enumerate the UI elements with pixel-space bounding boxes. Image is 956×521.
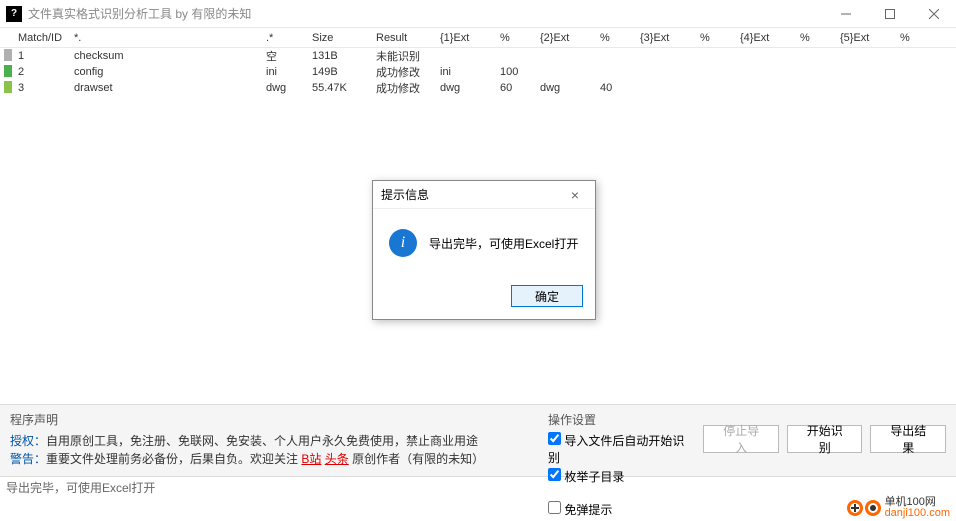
minimize-button[interactable] [824, 0, 868, 28]
col-pct3[interactable]: % [700, 32, 740, 44]
col-pct1[interactable]: % [500, 32, 540, 44]
ops-title: 操作设置 [548, 411, 695, 428]
status-text: 导出完毕，可使用Excel打开 [6, 479, 155, 496]
table-row[interactable]: 2configini149B成功修改ini100 [0, 64, 956, 80]
cell-id: 1 [14, 50, 70, 62]
table-row[interactable]: 3drawsetdwg55.47K成功修改dwg60dwg40 [0, 80, 956, 96]
bottom-panel: 程序声明 授权：自用原创工具，免注册、免联网、免安装、个人用户永久免费使用，禁止… [0, 404, 956, 476]
col-ext4[interactable]: {4}Ext [740, 32, 800, 44]
col-ext2[interactable]: {2}Ext [540, 32, 600, 44]
col-ext[interactable]: .* [266, 32, 312, 44]
notice-panel: 程序声明 授权：自用原创工具，免注册、免联网、免安装、个人用户永久免费使用，禁止… [10, 411, 536, 470]
link-toutiao[interactable]: 头条 [325, 452, 349, 466]
col-result[interactable]: Result [376, 32, 440, 44]
col-name[interactable]: *. [70, 32, 266, 44]
info-dialog: 提示信息 × i 导出完毕，可使用Excel打开 确定 [372, 180, 596, 320]
close-button[interactable] [912, 0, 956, 28]
cell-result: 成功修改 [376, 64, 440, 80]
statusbar: 导出完毕，可使用Excel打开 [0, 476, 956, 498]
col-ext5[interactable]: {5}Ext [840, 32, 900, 44]
link-bilibili[interactable]: B站 [301, 452, 321, 466]
cell-ext: ini [266, 66, 312, 78]
grid-header: Match/ID *. .* Size Result {1}Ext % {2}E… [0, 28, 956, 48]
notice-auth-text: 自用原创工具，免注册、免联网、免安装、个人用户永久免费使用，禁止商业用途 [46, 434, 478, 448]
cell-name: drawset [70, 82, 266, 94]
notice-title: 程序声明 [10, 411, 536, 428]
match-indicator [4, 81, 12, 93]
notice-author: 原创作者（有限的未知） [349, 452, 484, 466]
cell-ext2: dwg [540, 82, 600, 94]
cell-id: 2 [14, 66, 70, 78]
titlebar: ? 文件真实格式识别分析工具 by 有限的未知 [0, 0, 956, 28]
cell-size: 131B [312, 50, 376, 62]
col-pct5[interactable]: % [900, 32, 940, 44]
watermark-url: danji100.com [885, 508, 950, 519]
start-recognize-button[interactable]: 开始识别 [787, 425, 863, 453]
match-indicator [4, 49, 12, 61]
cell-size: 55.47K [312, 82, 376, 94]
maximize-button[interactable] [868, 0, 912, 28]
dialog-title: 提示信息 [381, 186, 563, 203]
notice-follow: 欢迎关注 [250, 452, 301, 466]
notice-warn-label: 警告： [10, 452, 46, 466]
col-ext3[interactable]: {3}Ext [640, 32, 700, 44]
watermark-icon [847, 500, 881, 516]
col-match-id[interactable]: Match/ID [14, 32, 70, 44]
col-pct4[interactable]: % [800, 32, 840, 44]
match-indicator [4, 65, 12, 77]
cell-ext1: dwg [440, 82, 500, 94]
watermark: 单机100网 danji100.com [847, 497, 950, 519]
dialog-close-button[interactable]: × [563, 187, 587, 203]
chk-no-alert[interactable]: 免弹提示 [548, 501, 695, 518]
cell-ext: 空 [266, 48, 312, 64]
info-icon: i [389, 229, 417, 257]
notice-warn-text: 重要文件处理前务必备份，后果自负。 [46, 452, 250, 466]
cell-id: 3 [14, 82, 70, 94]
cell-pct1: 100 [500, 66, 540, 78]
notice-auth-label: 授权： [10, 434, 46, 448]
cell-pct2: 40 [600, 82, 640, 94]
col-ext1[interactable]: {1}Ext [440, 32, 500, 44]
cell-result: 成功修改 [376, 80, 440, 96]
chk-enum-subdir[interactable]: 枚举子目录 [548, 468, 695, 485]
export-result-button[interactable]: 导出结果 [870, 425, 946, 453]
cell-name: checksum [70, 50, 266, 62]
app-icon: ? [6, 6, 22, 22]
col-size[interactable]: Size [312, 32, 376, 44]
table-row[interactable]: 1checksum空131B未能识别 [0, 48, 956, 64]
cell-ext: dwg [266, 82, 312, 94]
cell-size: 149B [312, 66, 376, 78]
cell-pct1: 60 [500, 82, 540, 94]
cell-name: config [70, 66, 266, 78]
ops-panel: 操作设置 导入文件后自动开始识别 枚举子目录 免弹提示 停止导入 开始识别 导出… [548, 411, 946, 470]
stop-import-button[interactable]: 停止导入 [703, 425, 779, 453]
dialog-ok-button[interactable]: 确定 [511, 285, 583, 307]
cell-result: 未能识别 [376, 48, 440, 64]
cell-ext1: ini [440, 66, 500, 78]
dialog-message: 导出完毕，可使用Excel打开 [429, 235, 578, 252]
col-pct2[interactable]: % [600, 32, 640, 44]
window-title: 文件真实格式识别分析工具 by 有限的未知 [28, 5, 824, 22]
chk-auto-recognize[interactable]: 导入文件后自动开始识别 [548, 432, 695, 466]
